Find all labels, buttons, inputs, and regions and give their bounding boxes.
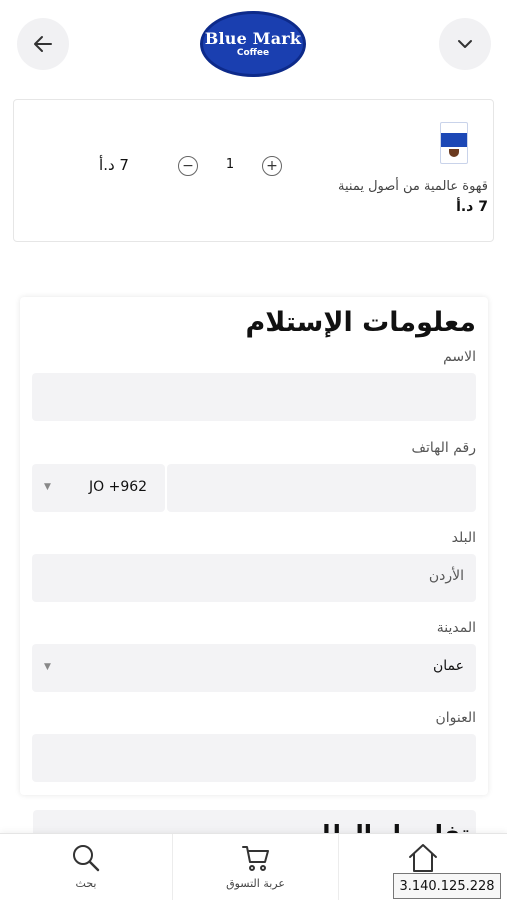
cart-icon bbox=[241, 846, 269, 871]
brand-logo[interactable]: Blue Mark Coffee bbox=[200, 11, 306, 77]
delivery-info-form: معلومات الإستلام الاسم رقم الهاتف ▼ JO +… bbox=[20, 297, 488, 795]
product-image-cup bbox=[449, 149, 459, 157]
city-value: عمان bbox=[433, 658, 464, 674]
country-label: البلد bbox=[451, 530, 476, 546]
cart-item-card: قهوة عالمية من أصول يمنية 7 د.أ + 1 − 7 … bbox=[13, 99, 494, 242]
product-price: 7 د.أ bbox=[456, 199, 488, 215]
address-input[interactable] bbox=[32, 734, 476, 782]
menu-toggle-button[interactable] bbox=[439, 18, 491, 70]
quantity-increase-button[interactable]: + bbox=[262, 156, 282, 176]
logo-subtitle: Coffee bbox=[236, 47, 270, 58]
dropdown-caret-icon: ▼ bbox=[44, 482, 51, 492]
ip-address-badge: 3.140.125.228 bbox=[393, 873, 501, 899]
phone-number-input[interactable] bbox=[167, 464, 476, 512]
nav-cart-label: عربة التسوق bbox=[226, 877, 285, 890]
name-label: الاسم bbox=[443, 349, 476, 365]
nav-cart[interactable]: عربة التسوق bbox=[172, 834, 339, 900]
city-label: المدينة bbox=[436, 620, 476, 636]
home-icon bbox=[409, 844, 437, 872]
city-select[interactable]: ▼ عمان bbox=[32, 644, 476, 692]
phone-country-code: JO +962 bbox=[89, 479, 148, 495]
phone-country-code-select[interactable]: ▼ JO +962 bbox=[32, 464, 165, 512]
arrow-left-icon bbox=[34, 36, 52, 52]
name-input[interactable] bbox=[32, 373, 476, 421]
product-image[interactable] bbox=[440, 122, 468, 164]
form-title: معلومات الإستلام bbox=[245, 307, 476, 338]
product-image-band bbox=[441, 133, 467, 147]
logo-title: Blue Mark bbox=[204, 28, 302, 48]
country-value: الأردن bbox=[428, 568, 464, 584]
back-button[interactable] bbox=[17, 18, 69, 70]
quantity-value: 1 bbox=[225, 157, 235, 172]
country-field[interactable]: الأردن bbox=[32, 554, 476, 602]
product-name[interactable]: قهوة عالمية من أصول يمنية bbox=[338, 179, 488, 194]
quantity-decrease-button[interactable]: − bbox=[178, 156, 198, 176]
nav-search-label: بحث bbox=[75, 877, 97, 890]
nav-search[interactable]: بحث bbox=[0, 834, 172, 900]
header: Blue Mark Coffee bbox=[0, 0, 507, 92]
chevron-down-icon bbox=[458, 40, 472, 48]
line-total: 7 د.أ bbox=[99, 156, 129, 174]
address-label: العنوان bbox=[435, 710, 476, 726]
search-icon bbox=[73, 845, 100, 872]
phone-label: رقم الهاتف bbox=[411, 440, 476, 456]
dropdown-caret-icon: ▼ bbox=[44, 662, 51, 672]
